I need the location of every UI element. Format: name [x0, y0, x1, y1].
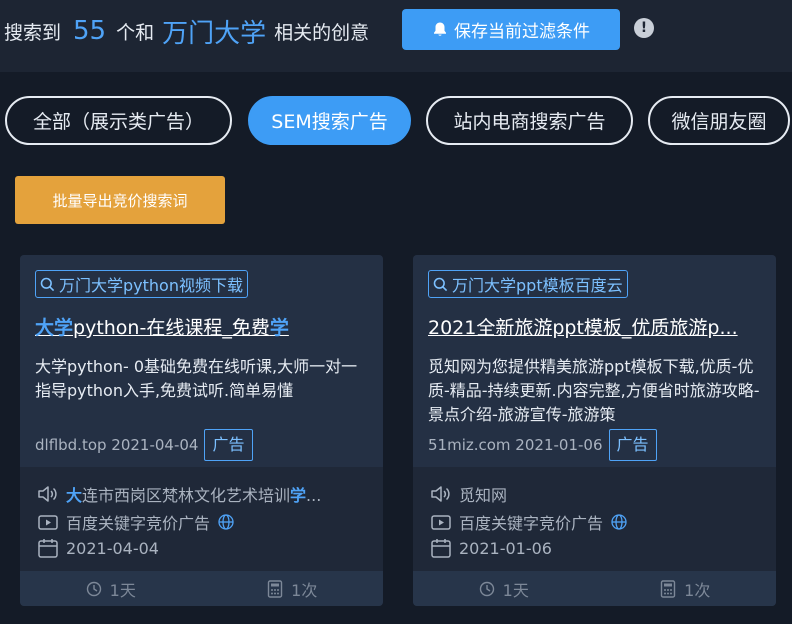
search-keyword: 万门大学	[162, 18, 267, 49]
platform-row: 百度关键字竞价广告	[37, 510, 367, 534]
duration-value: 1天	[502, 580, 529, 600]
calendar-icon	[430, 538, 452, 558]
platform-name: 百度关键字竞价广告	[459, 514, 604, 533]
calendar-icon	[37, 538, 59, 558]
title-highlight: 大学	[35, 317, 74, 339]
bell-icon	[432, 21, 448, 38]
ad-title-link[interactable]: 2021全新旅游ppt模板_优质旅游p...	[428, 313, 764, 340]
times-value: 1次	[291, 580, 318, 600]
domain-date: dlflbd.top 2021-04-04	[35, 436, 199, 454]
export-keywords-button[interactable]: 批量导出竞价搜索词	[15, 176, 225, 224]
alert-icon[interactable]: !	[634, 18, 654, 38]
ad-badge: 广告	[608, 429, 657, 461]
card-footer: 1天 1次	[20, 571, 383, 606]
ad-description: 大学python- 0基础免费在线听课,大师一对一指导python入手,免费试听…	[35, 357, 358, 400]
keyword-tag[interactable]: 万门大学python视频下载	[35, 270, 248, 298]
search-icon	[433, 277, 448, 292]
advertiser-highlight: 学	[290, 486, 307, 505]
ad-meta: dlflbd.top 2021-04-04 广告	[35, 429, 253, 461]
times-stat: 1次	[202, 577, 384, 601]
ad-card: 万门大学python视频下载 大学python-在线课程_免费学 大学pytho…	[20, 255, 383, 606]
duration-value: 1天	[109, 580, 136, 600]
advertiser-row: 觅知网	[430, 482, 760, 506]
result-count: 55	[73, 16, 107, 46]
advertiser-name[interactable]: 觅知网	[459, 482, 507, 506]
times-stat: 1次	[595, 577, 777, 601]
summary-suffix: 相关的创意	[274, 21, 370, 44]
advertiser-name[interactable]: 大连市西岗区梵林文化艺术培训学...	[66, 482, 321, 506]
search-icon	[40, 277, 55, 292]
ad-badge: 广告	[204, 429, 253, 461]
ad-description: 觅知网为您提供精美旅游ppt模板下载,优质-优质-精品-持续更新.内容完整,方便…	[428, 357, 760, 424]
video-icon	[37, 513, 59, 531]
ad-meta: 51miz.com 2021-01-06 广告	[428, 429, 657, 461]
advertiser-text: ...	[306, 486, 322, 505]
ad-date: 2021-04-04	[66, 538, 159, 558]
results-summary: 搜索到 55 个和 万门大学 相关的创意	[4, 14, 370, 49]
save-filter-label: 保存当前过滤条件	[454, 22, 590, 42]
tab-wechat-moments[interactable]: 微信朋友圈	[648, 96, 790, 145]
platform-name: 百度关键字竞价广告	[66, 514, 211, 533]
duration-stat: 1天	[20, 577, 202, 601]
ad-date: 2021-01-06	[459, 538, 552, 558]
summary-middle: 个和	[116, 21, 155, 44]
duration-stat: 1天	[413, 577, 595, 601]
card-footer: 1天 1次	[413, 571, 776, 606]
title-highlight: 学	[269, 317, 289, 339]
advertiser-row: 大连市西岗区梵林文化艺术培训学...	[37, 482, 367, 506]
globe-icon[interactable]	[217, 513, 235, 531]
times-value: 1次	[684, 580, 711, 600]
speaker-icon	[430, 485, 452, 503]
results-header: 搜索到 55 个和 万门大学 相关的创意 保存当前过滤条件 !	[0, 0, 792, 72]
calculator-icon	[267, 579, 283, 598]
save-filter-button[interactable]: 保存当前过滤条件	[402, 9, 620, 50]
ad-title-link[interactable]: 大学python-在线课程_免费学	[35, 313, 371, 340]
keyword-tag[interactable]: 万门大学ppt模板百度云	[428, 270, 628, 298]
title-text: python-在线课程_免费	[73, 317, 270, 339]
video-icon	[430, 513, 452, 531]
tab-all-display[interactable]: 全部（展示类广告）	[5, 96, 232, 145]
advertiser-text: 觅知网	[459, 486, 508, 505]
domain-date: 51miz.com 2021-01-06	[428, 436, 603, 454]
platform-row: 百度关键字竞价广告	[430, 510, 760, 534]
clock-icon	[479, 581, 495, 597]
date-row: 2021-04-04	[37, 538, 367, 558]
keyword-tag-label: 万门大学python视频下载	[59, 276, 243, 295]
ad-card: 万门大学ppt模板百度云 2021全新旅游ppt模板_优质旅游p... 觅知网为…	[413, 255, 776, 606]
calculator-icon	[660, 579, 676, 598]
advertiser-text: 连市西岗区梵林文化艺术培训	[82, 486, 291, 505]
advertiser-highlight: 大	[66, 486, 83, 505]
date-row: 2021-01-06	[430, 538, 760, 558]
tab-ecommerce-search[interactable]: 站内电商搜索广告	[426, 96, 633, 145]
summary-prefix: 搜索到	[4, 21, 62, 44]
keyword-tag-label: 万门大学ppt模板百度云	[452, 276, 623, 295]
speaker-icon	[37, 485, 59, 503]
title-text: 2021全新旅游ppt模板_优质旅游p...	[428, 317, 738, 339]
globe-icon[interactable]	[610, 513, 628, 531]
tab-sem-search[interactable]: SEM搜索广告	[248, 96, 411, 145]
clock-icon	[86, 581, 102, 597]
